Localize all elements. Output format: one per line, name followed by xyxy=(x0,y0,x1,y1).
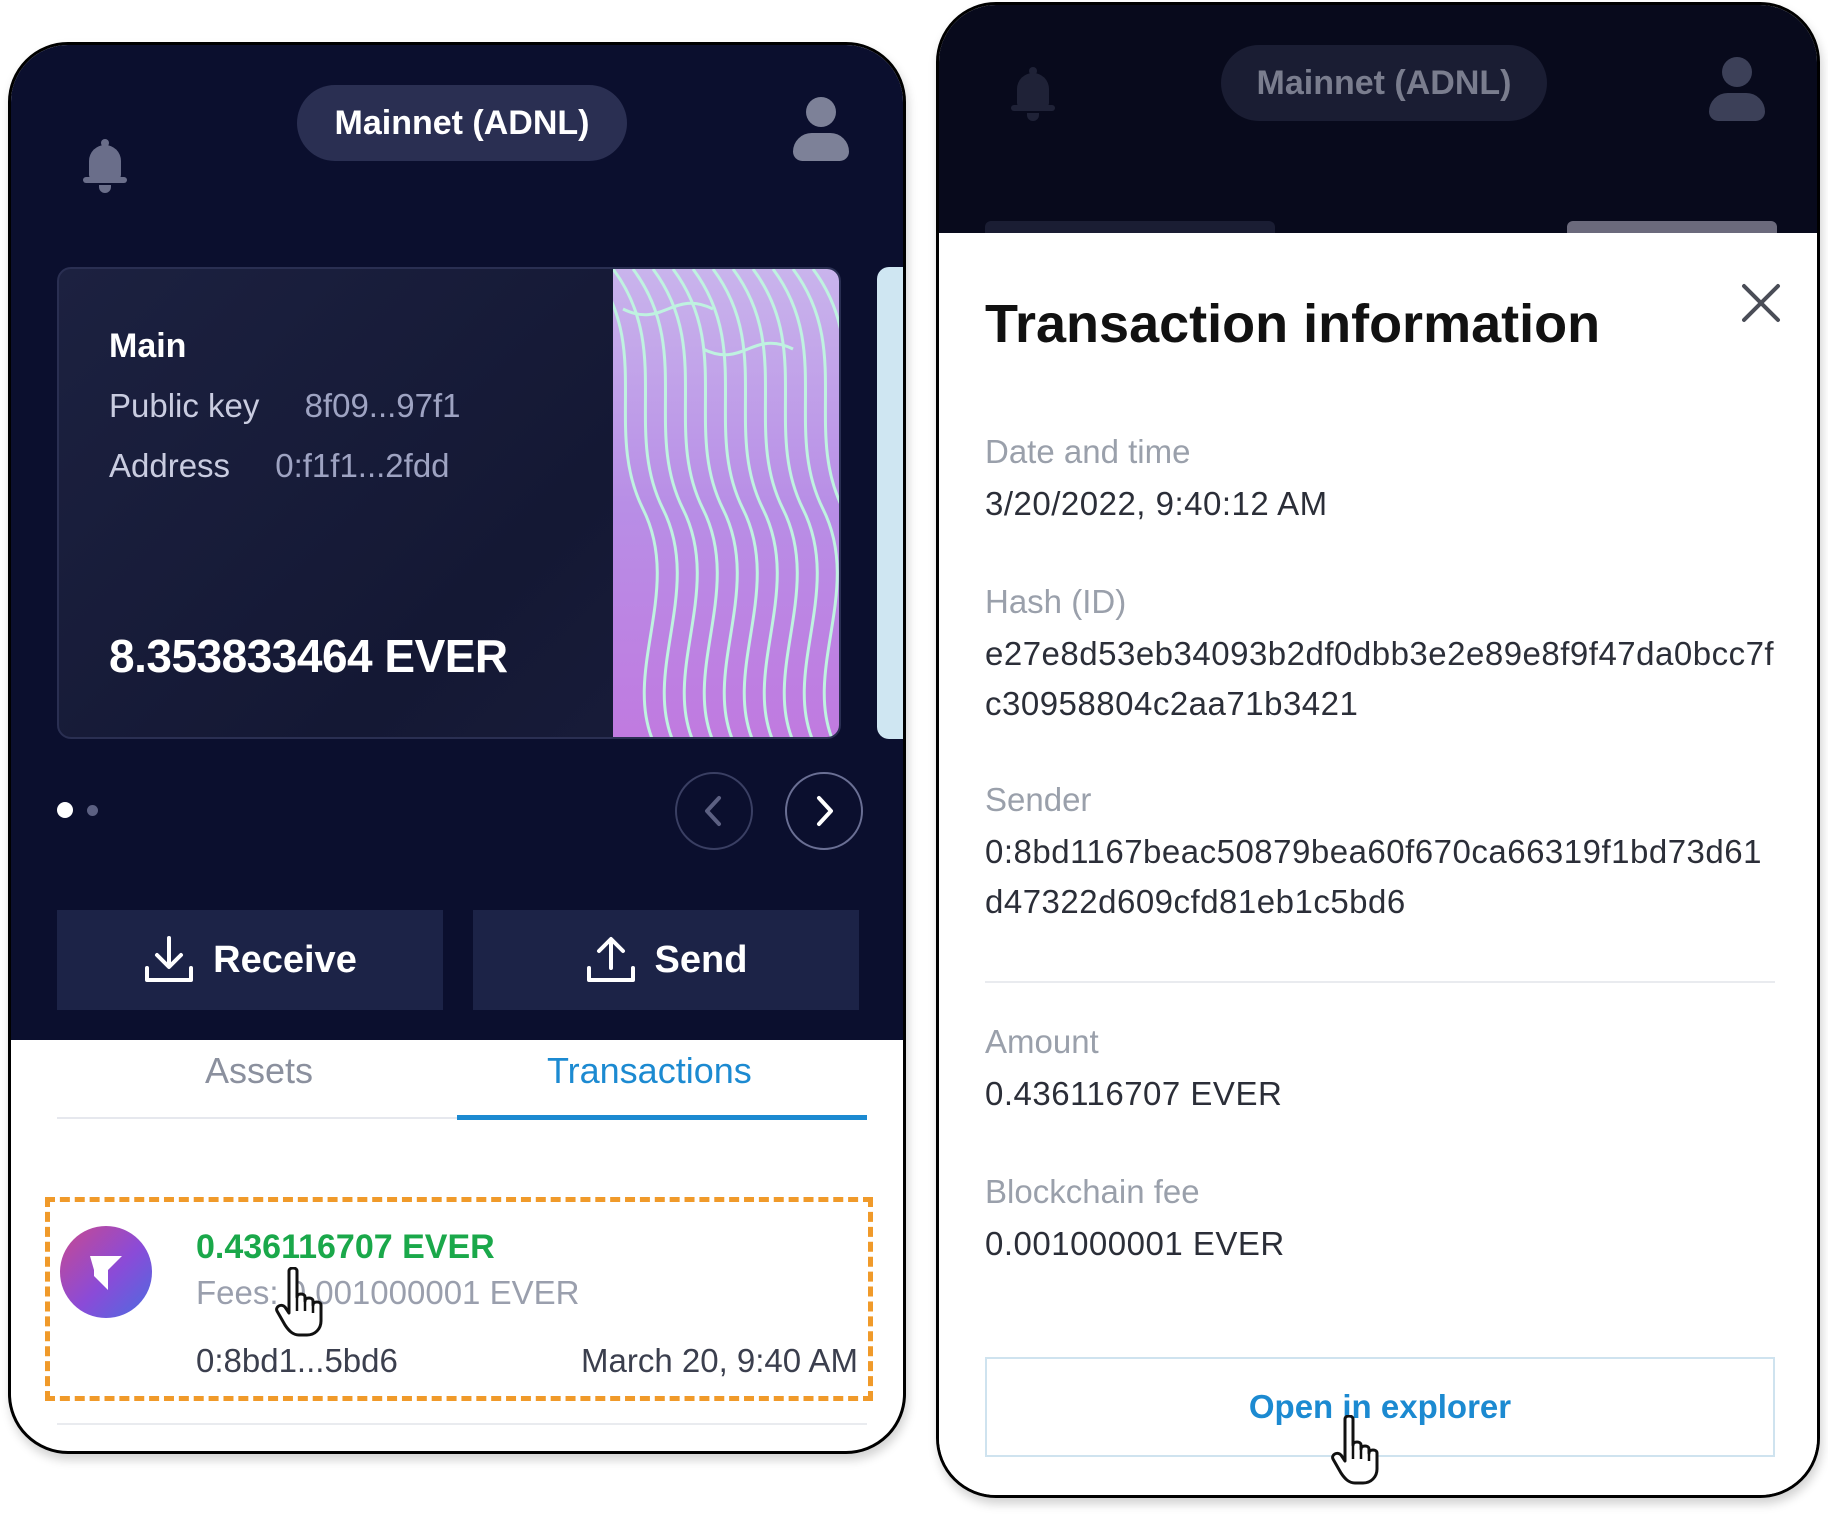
date-label: Date and time xyxy=(985,433,1191,470)
receive-button[interactable]: Receive xyxy=(57,910,443,1010)
dimmed-header: Mainnet (ADNL) xyxy=(939,5,1817,235)
account-balance: 8.353833464 EVER xyxy=(109,630,508,682)
transaction-fees: Fees: 0.001000001 EVER xyxy=(196,1274,580,1311)
hand-cursor-icon xyxy=(1331,1415,1379,1485)
sheet-divider xyxy=(985,981,1775,983)
public-key-row: Public key 8f09...97f1 xyxy=(109,387,461,425)
account-card[interactable]: Main Public key 8f09...97f1 Address 0:f1… xyxy=(57,267,841,739)
transaction-info-sheet: Transaction information Date and time 3/… xyxy=(939,233,1817,1495)
public-key-value[interactable]: 8f09...97f1 xyxy=(305,387,461,424)
tab-transactions[interactable]: Transactions xyxy=(547,1050,752,1092)
next-account-card[interactable] xyxy=(877,267,903,739)
sender-value[interactable]: 0:8bd1167beac50879bea60f670ca66319f1bd73… xyxy=(985,827,1775,927)
network-selector: Mainnet (ADNL) xyxy=(1221,45,1547,121)
sender-label: Sender xyxy=(985,781,1092,818)
download-icon xyxy=(145,936,194,982)
transaction-address: 0:8bd1...5bd6 xyxy=(196,1342,398,1379)
ever-token-icon xyxy=(60,1226,152,1318)
address-row: Address 0:f1f1...2fdd xyxy=(109,447,450,485)
transaction-amount: 0.436116707 EVER xyxy=(196,1228,495,1266)
fee-value: 0.001000001 EVER xyxy=(985,1225,1285,1262)
chevron-right-icon xyxy=(817,796,833,826)
transaction-list-item[interactable]: 0.436116707 EVER Fees: 0.001000001 EVER … xyxy=(45,1197,873,1401)
chevron-left-icon xyxy=(705,796,721,826)
transaction-date: March 20, 9:40 AM xyxy=(581,1342,858,1379)
next-account-button[interactable] xyxy=(785,772,863,850)
pager-dot-2[interactable] xyxy=(87,805,98,816)
pager-dot-1[interactable] xyxy=(57,802,73,818)
receive-label: Receive xyxy=(213,938,357,981)
address-value[interactable]: 0:f1f1...2fdd xyxy=(275,447,449,484)
wallet-screen: Mainnet (ADNL) Main Public key 8f09...97… xyxy=(8,42,906,1454)
notifications-bell-icon xyxy=(1011,67,1055,121)
network-selector[interactable]: Mainnet (ADNL) xyxy=(297,85,627,161)
send-label: Send xyxy=(654,938,748,981)
card-wave-pattern xyxy=(613,269,839,737)
tab-assets[interactable]: Assets xyxy=(205,1050,313,1092)
sheet-title: Transaction information xyxy=(985,294,1601,354)
account-name: Main xyxy=(109,327,187,365)
prev-account-button[interactable] xyxy=(675,772,753,850)
date-value: 3/20/2022, 9:40:12 AM xyxy=(985,485,1328,522)
fee-label: Blockchain fee xyxy=(985,1173,1200,1210)
upload-icon xyxy=(586,937,635,982)
close-icon[interactable] xyxy=(1739,281,1783,325)
wallet-header: Mainnet (ADNL) Main Public key 8f09...97… xyxy=(11,45,903,1040)
address-label: Address xyxy=(109,447,231,484)
account-avatar-icon xyxy=(1709,57,1765,121)
amount-value: 0.436116707 EVER xyxy=(985,1075,1283,1112)
amount-label: Amount xyxy=(985,1023,1099,1060)
public-key-label: Public key xyxy=(109,387,260,424)
hash-value[interactable]: e27e8d53eb34093b2df0dbb3e2e89e8f9f47da0b… xyxy=(985,629,1775,729)
wallet-tabs: Assets Transactions xyxy=(57,1050,867,1120)
account-avatar-icon[interactable] xyxy=(793,97,849,161)
hash-label: Hash (ID) xyxy=(985,583,1127,620)
transaction-info-screen: Mainnet (ADNL) Transaction information D… xyxy=(936,2,1820,1498)
tab-active-indicator xyxy=(457,1115,867,1120)
send-button[interactable]: Send xyxy=(473,910,859,1010)
list-divider xyxy=(57,1423,867,1425)
hand-cursor-icon xyxy=(275,1267,323,1337)
notifications-bell-icon[interactable] xyxy=(83,139,127,193)
